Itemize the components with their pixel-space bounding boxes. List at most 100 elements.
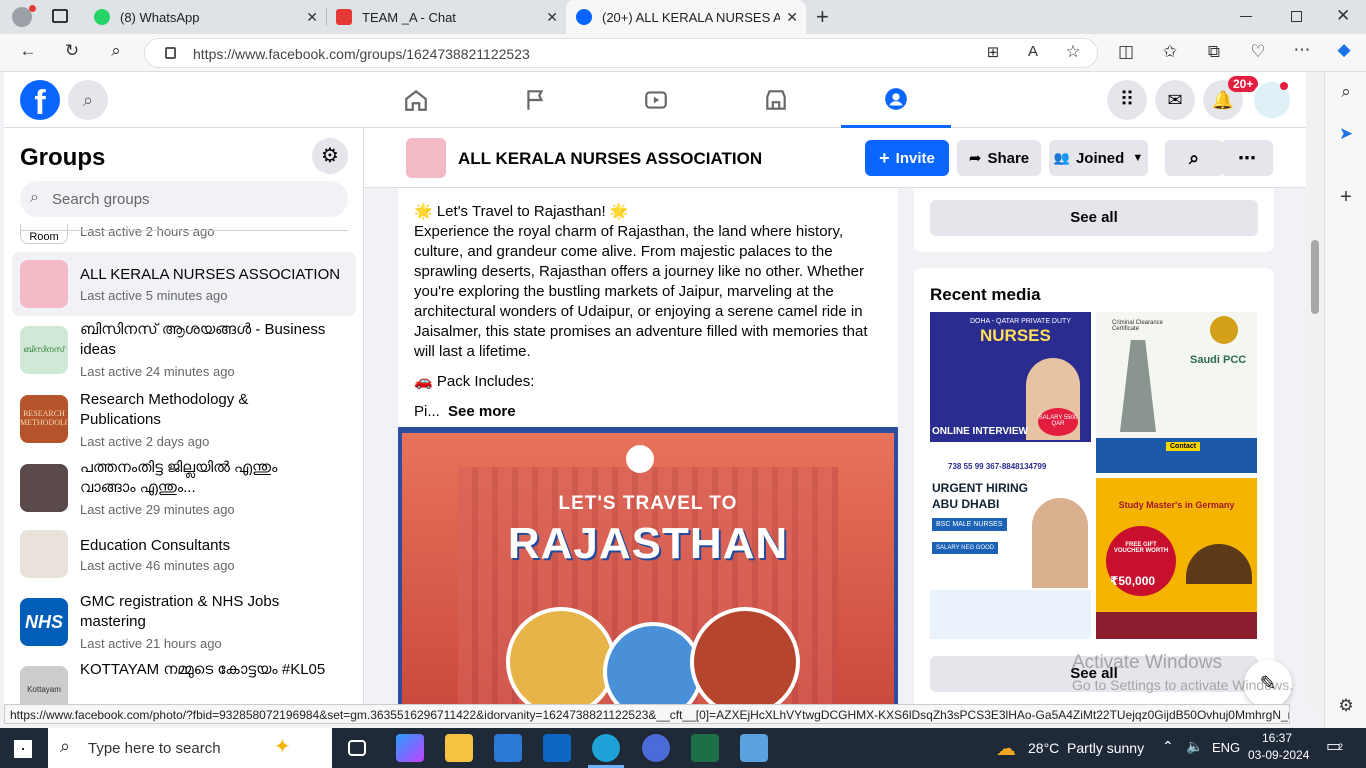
post-image[interactable]: LET'S TRAVEL TO RAJASTHAN	[398, 427, 898, 706]
close-icon[interactable]: ✕	[546, 9, 558, 26]
menu-dots-icon[interactable]: ⋯	[1290, 40, 1314, 60]
close-window-icon[interactable]: ✕	[1336, 6, 1350, 26]
facebook-icon	[576, 9, 592, 25]
back-icon[interactable]: ←	[16, 41, 40, 61]
excel-icon[interactable]	[691, 734, 719, 762]
restore-icon[interactable]	[1291, 11, 1302, 22]
tab-whatsapp[interactable]: (8) WhatsApp ✕	[84, 0, 326, 34]
group-name: Research Methodology & Publications	[80, 391, 249, 428]
minimize-icon[interactable]	[1240, 16, 1252, 17]
post-card: 🌟 Let's Travel to Rajasthan! 🌟 Experienc…	[398, 188, 898, 706]
tray-chevron-icon[interactable]: ⌃	[1162, 738, 1174, 755]
search-icon[interactable]: ⌕	[104, 41, 128, 61]
clock-date[interactable]: 03-09-2024	[1248, 748, 1309, 762]
send-icon[interactable]: ➤	[1334, 124, 1358, 144]
tab-team-chat[interactable]: TEAM _A - Chat ✕	[326, 0, 566, 34]
lock-icon[interactable]	[165, 47, 176, 59]
volume-icon[interactable]: 🔈	[1186, 738, 1203, 755]
copilot-icon[interactable]: ◆	[1332, 40, 1356, 60]
list-item[interactable]: Room Last active 2 hours ago	[12, 224, 356, 244]
settings-gear-icon[interactable]: ⚙	[1334, 696, 1358, 716]
home-icon	[405, 89, 427, 111]
clock-time[interactable]: 16:37	[1262, 731, 1292, 745]
apps-icon[interactable]: ⊞	[981, 43, 1005, 61]
see-all-button[interactable]: See all	[930, 200, 1258, 236]
group-last-active: Last active 24 minutes ago	[80, 364, 235, 379]
read-aloud-icon[interactable]: A	[1021, 43, 1045, 60]
invite-button[interactable]: + Invite	[865, 140, 949, 176]
settings-gear-button[interactable]: ⚙	[312, 138, 348, 174]
tab-facebook[interactable]: (20+) ALL KERALA NURSES ASSOC ✕	[566, 0, 806, 34]
favorites-icon[interactable]: ✩	[1158, 42, 1182, 62]
file-explorer-icon[interactable]	[445, 734, 473, 762]
tab-label: (20+) ALL KERALA NURSES ASSOC	[602, 9, 780, 25]
menu-grid-button[interactable]: ⠿	[1107, 80, 1147, 120]
group-thumbnail: ബിസിനസ്	[20, 326, 68, 374]
collections-icon[interactable]: ⧉	[1202, 42, 1226, 62]
group-item-business-ideas[interactable]: ബിസിനസ് ബിസിനസ് ആശയങ്ങൾ - Business ideas…	[12, 318, 356, 384]
windows-taskbar: ⌕ Type here to search ✦ ☁ 28°C Partly su…	[0, 728, 1366, 768]
weather-text[interactable]: 28°C Partly sunny	[1028, 740, 1144, 756]
close-icon[interactable]: ✕	[786, 9, 798, 26]
language-indicator[interactable]: ENG	[1212, 740, 1240, 755]
address-toolbar: ← ↻ ⌕ https://www.facebook.com/groups/16…	[0, 34, 1366, 72]
group-last-active: Last active 29 minutes ago	[80, 502, 235, 517]
nav-home[interactable]	[361, 72, 471, 128]
taskbar-search-placeholder: Type here to search	[88, 740, 221, 757]
group-title[interactable]: ALL KERALA NURSES ASSOCIATION	[458, 149, 762, 169]
search-icon: ⌕	[60, 736, 71, 756]
nav-pages[interactable]	[481, 72, 591, 128]
group-name: Education Consultants	[80, 537, 231, 554]
close-icon[interactable]: ✕	[306, 9, 318, 26]
favorite-star-icon[interactable]: ☆	[1061, 42, 1085, 62]
windows-start-icon[interactable]	[14, 740, 32, 758]
group-avatar[interactable]	[406, 138, 446, 178]
nav-video[interactable]	[601, 72, 711, 128]
chrome-icon[interactable]	[642, 734, 670, 762]
page-scrollbar[interactable]	[1307, 72, 1324, 708]
joined-button[interactable]: 👥 Joined ▼	[1049, 140, 1148, 176]
media-thumb-saudi-pcc[interactable]: Criminal Clearance Certificate Saudi PCC…	[1096, 312, 1257, 473]
group-search-button[interactable]: ⌕	[1165, 140, 1223, 176]
profile-icon[interactable]	[12, 5, 36, 27]
share-button[interactable]: ➦ Share	[957, 140, 1041, 176]
search-button[interactable]: ⌕	[68, 80, 108, 120]
copilot-app-icon[interactable]	[396, 734, 424, 762]
task-view-icon[interactable]	[348, 740, 366, 756]
performance-icon[interactable]: ♡	[1246, 42, 1270, 62]
split-screen-icon[interactable]: ◫	[1114, 42, 1138, 62]
group-item-education-consultants[interactable]: Education Consultants Last active 46 min…	[12, 528, 356, 584]
tab-actions-icon[interactable]	[52, 9, 68, 23]
store-icon[interactable]	[494, 734, 522, 762]
group-name: പത്തനംതിട്ട ജില്ലയിൽ എന്തും വാങ്ങാം എന്ത…	[80, 459, 278, 496]
group-item-gmc-nhs[interactable]: NHS GMC registration & NHS Jobs masterin…	[12, 590, 356, 656]
media-sub: DOHA - QATAR PRIVATE DUTY	[970, 318, 1071, 325]
group-item-all-kerala-nurses[interactable]: ALL KERALA NURSES ASSOCIATION Last activ…	[12, 252, 356, 316]
post-pack: 🚗 Pack Includes:	[414, 373, 535, 390]
group-item-research-methodology[interactable]: RESEARCH METHODOLOG Research Methodology…	[12, 388, 356, 454]
media-thumb-nurses[interactable]: DOHA - QATAR PRIVATE DUTY NURSES SALARY …	[930, 312, 1091, 473]
edge-browser-icon[interactable]	[592, 734, 620, 762]
see-more-link[interactable]: See more	[448, 403, 516, 420]
group-item-kottayam[interactable]: Kottayam KOTTAYAM നമ്മുടെ കോട്ടയം #KL05	[12, 660, 356, 706]
group-item-pathanamthitta[interactable]: പത്തനംതിട്ട ജില്ലയിൽ എന്തും വാങ്ങാം എന്ത…	[12, 458, 356, 524]
refresh-icon[interactable]: ↻	[60, 41, 84, 61]
mail-icon[interactable]	[543, 734, 571, 762]
nav-groups[interactable]	[841, 72, 951, 128]
media-thumb-abu-dhabi[interactable]: URGENT HIRING ABU DHABI BSC MALE NURSES …	[930, 478, 1091, 639]
search-groups-input[interactable]: ⌕ Search groups	[20, 181, 348, 217]
messenger-button[interactable]: ✉	[1155, 80, 1195, 120]
taskbar-search[interactable]: ⌕ Type here to search ✦	[48, 728, 332, 768]
media-thumb-germany[interactable]: Study Master's in Germany FREE GIFT VOUC…	[1096, 478, 1257, 639]
photos-app-icon[interactable]	[740, 734, 768, 762]
nav-marketplace[interactable]	[721, 72, 831, 128]
more-options-button[interactable]: ⋯	[1221, 140, 1273, 176]
add-icon[interactable]: +	[1334, 186, 1358, 209]
media-extra: ₹50,000	[1110, 574, 1156, 588]
scrollbar-thumb[interactable]	[1311, 240, 1319, 314]
facebook-logo[interactable]: f	[20, 80, 60, 122]
search-icon[interactable]: ⌕	[1334, 82, 1358, 102]
url-bar[interactable]: https://www.facebook.com/groups/16247388…	[144, 38, 1098, 68]
new-tab-button[interactable]: +	[816, 4, 829, 30]
post-body: Experience the royal charm of Rajasthan,…	[414, 223, 868, 360]
